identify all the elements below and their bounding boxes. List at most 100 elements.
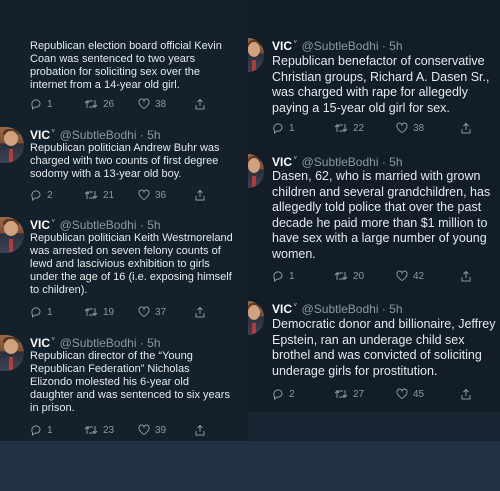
tweet-text: Democratic donor and billionaire, Jeffre… bbox=[272, 317, 496, 378]
heart-icon bbox=[138, 424, 150, 436]
verified-mark: ᵛ bbox=[294, 38, 297, 47]
tweet-time[interactable]: · 5h bbox=[140, 336, 161, 350]
tweet[interactable]: VIC ᵛ @SubtleBodhi · 5h Republican politic… bbox=[0, 212, 248, 327]
reply-button[interactable]: 1 bbox=[30, 98, 53, 110]
tweet-time[interactable]: · 5h bbox=[140, 128, 161, 142]
heart-icon bbox=[396, 122, 408, 134]
retweet-button[interactable]: 23 bbox=[84, 424, 114, 436]
tweet[interactable]: VIC ᵛ @SubtleBodhi · 5h Dasen, 62, who is … bbox=[248, 148, 500, 293]
reply-count: 1 bbox=[289, 122, 295, 134]
heart-icon bbox=[138, 306, 150, 318]
tweet-header: VIC ᵛ @SubtleBodhi · 5h bbox=[30, 127, 161, 142]
reply-button[interactable]: 1 bbox=[30, 306, 53, 318]
share-button[interactable] bbox=[194, 189, 206, 201]
author-handle[interactable]: @SubtleBodhi bbox=[60, 218, 137, 232]
tweet-text: Republican benefactor of conservative Ch… bbox=[272, 54, 490, 115]
like-button[interactable]: 38 bbox=[138, 98, 166, 110]
avatar[interactable] bbox=[248, 38, 264, 72]
reply-count: 2 bbox=[47, 189, 53, 201]
tweet[interactable]: VIC ᵛ @SubtleBodhi · 5h Democratic donor a… bbox=[248, 296, 500, 412]
author-handle[interactable]: @SubtleBodhi bbox=[302, 155, 379, 169]
retweet-icon bbox=[84, 308, 98, 316]
avatar[interactable] bbox=[248, 301, 264, 335]
like-button[interactable]: 38 bbox=[396, 122, 424, 134]
tweet-actions: 1 26 38 bbox=[30, 98, 240, 112]
reply-count: 1 bbox=[47, 424, 53, 436]
heart-icon bbox=[138, 98, 150, 110]
tweet-text: Dasen, 62, who is married with grown chi… bbox=[272, 169, 491, 261]
like-count: 38 bbox=[413, 122, 425, 134]
share-icon bbox=[461, 270, 471, 282]
author-handle[interactable]: @SubtleBodhi bbox=[60, 336, 137, 350]
like-count: 36 bbox=[155, 189, 167, 201]
author-name[interactable]: VIC bbox=[272, 302, 292, 316]
avatar[interactable] bbox=[0, 127, 24, 163]
reply-button[interactable]: 1 bbox=[272, 122, 295, 134]
retweet-button[interactable]: 26 bbox=[84, 98, 114, 110]
tweet-actions: 2 27 45 bbox=[272, 388, 497, 402]
share-icon bbox=[195, 306, 205, 318]
like-button[interactable]: 45 bbox=[396, 388, 424, 400]
retweet-button[interactable]: 20 bbox=[334, 270, 364, 282]
like-button[interactable]: 37 bbox=[138, 306, 166, 318]
tweet[interactable]: Republican election board official Kevin… bbox=[0, 0, 248, 118]
avatar[interactable] bbox=[0, 335, 24, 371]
retweet-button[interactable]: 27 bbox=[334, 388, 364, 400]
tweet-time[interactable]: · 5h bbox=[140, 218, 161, 232]
tweet-time[interactable]: · 5h bbox=[382, 155, 403, 169]
author-name[interactable]: VIC bbox=[30, 128, 50, 142]
tweet[interactable]: VIC ᵛ @SubtleBodhi · 5h Republican politic… bbox=[0, 122, 248, 210]
retweet-button[interactable]: 22 bbox=[334, 122, 364, 134]
tweet-text: Republican director of the “Young Republ… bbox=[30, 350, 230, 414]
retweet-count: 27 bbox=[353, 388, 365, 400]
reply-button[interactable]: 2 bbox=[272, 388, 295, 400]
retweet-count: 19 bbox=[103, 306, 115, 318]
author-handle[interactable]: @SubtleBodhi bbox=[60, 128, 137, 142]
bottom-empty-area bbox=[0, 441, 500, 491]
retweet-button[interactable]: 21 bbox=[84, 189, 114, 201]
reply-button[interactable]: 1 bbox=[30, 424, 53, 436]
reply-count: 2 bbox=[289, 388, 295, 400]
share-button[interactable] bbox=[460, 122, 472, 134]
share-button[interactable] bbox=[194, 306, 206, 318]
verified-mark: ᵛ bbox=[294, 301, 297, 310]
tweet[interactable]: VIC ᵛ @SubtleBodhi · 5h Republican benefac… bbox=[248, 0, 500, 145]
retweet-count: 26 bbox=[103, 98, 115, 110]
retweet-icon bbox=[84, 426, 98, 434]
like-count: 39 bbox=[155, 424, 167, 436]
verified-mark: ᵛ bbox=[52, 335, 55, 344]
tweet-time[interactable]: · 5h bbox=[382, 302, 403, 316]
like-button[interactable]: 39 bbox=[138, 424, 166, 436]
reply-button[interactable]: 1 bbox=[272, 270, 295, 282]
verified-mark: ᵛ bbox=[294, 154, 297, 163]
tweet-time[interactable]: · 5h bbox=[382, 39, 403, 53]
like-button[interactable]: 36 bbox=[138, 189, 166, 201]
author-handle[interactable]: @SubtleBodhi bbox=[302, 302, 379, 316]
retweet-icon bbox=[334, 390, 348, 398]
author-name[interactable]: VIC bbox=[30, 336, 50, 350]
author-name[interactable]: VIC bbox=[272, 155, 292, 169]
author-handle[interactable]: @SubtleBodhi bbox=[302, 39, 379, 53]
share-button[interactable] bbox=[460, 388, 472, 400]
author-name[interactable]: VIC bbox=[30, 218, 50, 232]
tweet[interactable]: VIC ᵛ @SubtleBodhi · 5h Republican directo… bbox=[0, 330, 248, 441]
share-button[interactable] bbox=[194, 98, 206, 110]
heart-icon bbox=[396, 388, 408, 400]
reply-icon bbox=[31, 99, 41, 110]
reply-button[interactable]: 2 bbox=[30, 189, 53, 201]
avatar[interactable] bbox=[248, 154, 264, 188]
reply-count: 1 bbox=[289, 270, 295, 282]
share-button[interactable] bbox=[460, 270, 472, 282]
retweet-button[interactable]: 19 bbox=[84, 306, 114, 318]
like-button[interactable]: 42 bbox=[396, 270, 424, 282]
reply-icon bbox=[273, 271, 283, 282]
retweet-count: 20 bbox=[353, 270, 365, 282]
tweet-actions: 1 19 37 bbox=[30, 306, 240, 320]
share-button[interactable] bbox=[194, 424, 206, 436]
right-timeline-column: VIC ᵛ @SubtleBodhi · 5h Republican benefac… bbox=[248, 0, 500, 412]
reply-count: 1 bbox=[47, 306, 53, 318]
tweet-actions: 1 20 42 bbox=[272, 270, 497, 284]
retweet-icon bbox=[334, 124, 348, 132]
author-name[interactable]: VIC bbox=[272, 39, 292, 53]
avatar[interactable] bbox=[0, 217, 24, 253]
